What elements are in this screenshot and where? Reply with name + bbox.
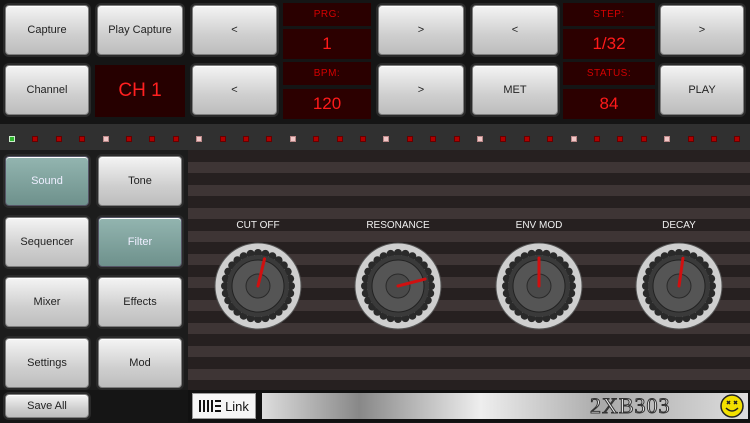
knob-label: ENV MOD xyxy=(515,220,563,231)
link-label: Link xyxy=(225,398,249,414)
step-led xyxy=(126,136,132,142)
step-led xyxy=(664,136,671,142)
step-led xyxy=(313,136,320,142)
bpm-next-button[interactable]: > xyxy=(378,65,464,115)
step-led xyxy=(734,136,741,142)
knob-label: DECAY xyxy=(662,220,696,231)
step-led xyxy=(9,136,15,142)
step-led xyxy=(617,136,624,142)
knob-decay[interactable] xyxy=(633,240,725,332)
step-led xyxy=(219,136,226,142)
step-led xyxy=(453,136,460,142)
step-led xyxy=(149,136,156,142)
link-bars-icon xyxy=(199,400,222,412)
step-led xyxy=(570,136,577,142)
play-button[interactable]: PLAY xyxy=(660,65,744,115)
step-led xyxy=(32,136,39,142)
save-all-button[interactable]: Save All xyxy=(5,394,89,418)
knob-label: CUT OFF xyxy=(236,220,280,231)
step-led xyxy=(102,136,109,142)
step-led xyxy=(336,136,343,142)
channel-display: CH 1 xyxy=(95,65,185,117)
prg-next-button[interactable]: > xyxy=(378,5,464,55)
sidebar-item-effects[interactable]: Effects xyxy=(98,277,182,327)
sidebar-item-filter[interactable]: Filter xyxy=(98,216,182,267)
knob-cut-off[interactable] xyxy=(212,240,304,332)
sidebar-item-sound[interactable]: Sound xyxy=(5,156,89,206)
step-indicator-bar xyxy=(0,124,750,150)
step-led xyxy=(500,136,507,142)
play-capture-button[interactable]: Play Capture xyxy=(97,5,183,55)
step-prev-button[interactable]: < xyxy=(472,5,558,55)
step-led xyxy=(406,136,413,142)
status-label: STATUS: xyxy=(563,62,655,85)
step-led xyxy=(547,136,554,142)
metronome-button[interactable]: MET xyxy=(472,65,558,115)
step-led xyxy=(640,136,647,142)
step-led xyxy=(360,136,366,142)
step-led xyxy=(687,136,694,142)
status-value: 84 xyxy=(563,89,655,119)
step-led xyxy=(289,136,296,142)
step-led xyxy=(523,136,530,142)
sidebar-item-tone[interactable]: Tone xyxy=(98,156,182,206)
step-led xyxy=(477,136,483,142)
bpm-prev-button[interactable]: < xyxy=(192,65,277,115)
step-led xyxy=(55,136,62,142)
step-led xyxy=(79,136,86,142)
prg-prev-button[interactable]: < xyxy=(192,5,277,55)
capture-button[interactable]: Capture xyxy=(5,5,89,55)
step-led xyxy=(196,136,203,142)
sidebar-item-mixer[interactable]: Mixer xyxy=(5,277,89,327)
sidebar-item-settings[interactable]: Settings xyxy=(5,337,89,388)
step-led xyxy=(430,136,437,142)
knob-label: RESONANCE xyxy=(366,220,430,231)
step-led xyxy=(594,136,600,142)
step-led xyxy=(266,136,273,142)
sidebar-item-sequencer[interactable]: Sequencer xyxy=(5,216,89,267)
prg-value: 1 xyxy=(283,29,371,59)
step-value: 1/32 xyxy=(563,29,655,59)
bpm-label: BPM: xyxy=(283,62,371,85)
knob-resonance[interactable] xyxy=(352,240,444,332)
step-next-button[interactable]: > xyxy=(660,5,744,55)
bpm-value: 120 xyxy=(283,89,371,119)
step-label: STEP: xyxy=(563,3,655,26)
app-name: 2XB303 xyxy=(590,393,671,419)
ableton-link-button[interactable]: Link xyxy=(192,393,256,419)
step-led xyxy=(383,136,390,142)
step-led xyxy=(172,136,179,142)
channel-button[interactable]: Channel xyxy=(5,65,89,115)
sidebar-item-mod[interactable]: Mod xyxy=(98,337,182,388)
knob-env-mod[interactable] xyxy=(493,240,585,332)
step-led xyxy=(243,136,249,142)
prg-label: PRG: xyxy=(283,3,371,26)
smiley-icon[interactable] xyxy=(720,394,744,418)
step-led xyxy=(711,136,717,142)
